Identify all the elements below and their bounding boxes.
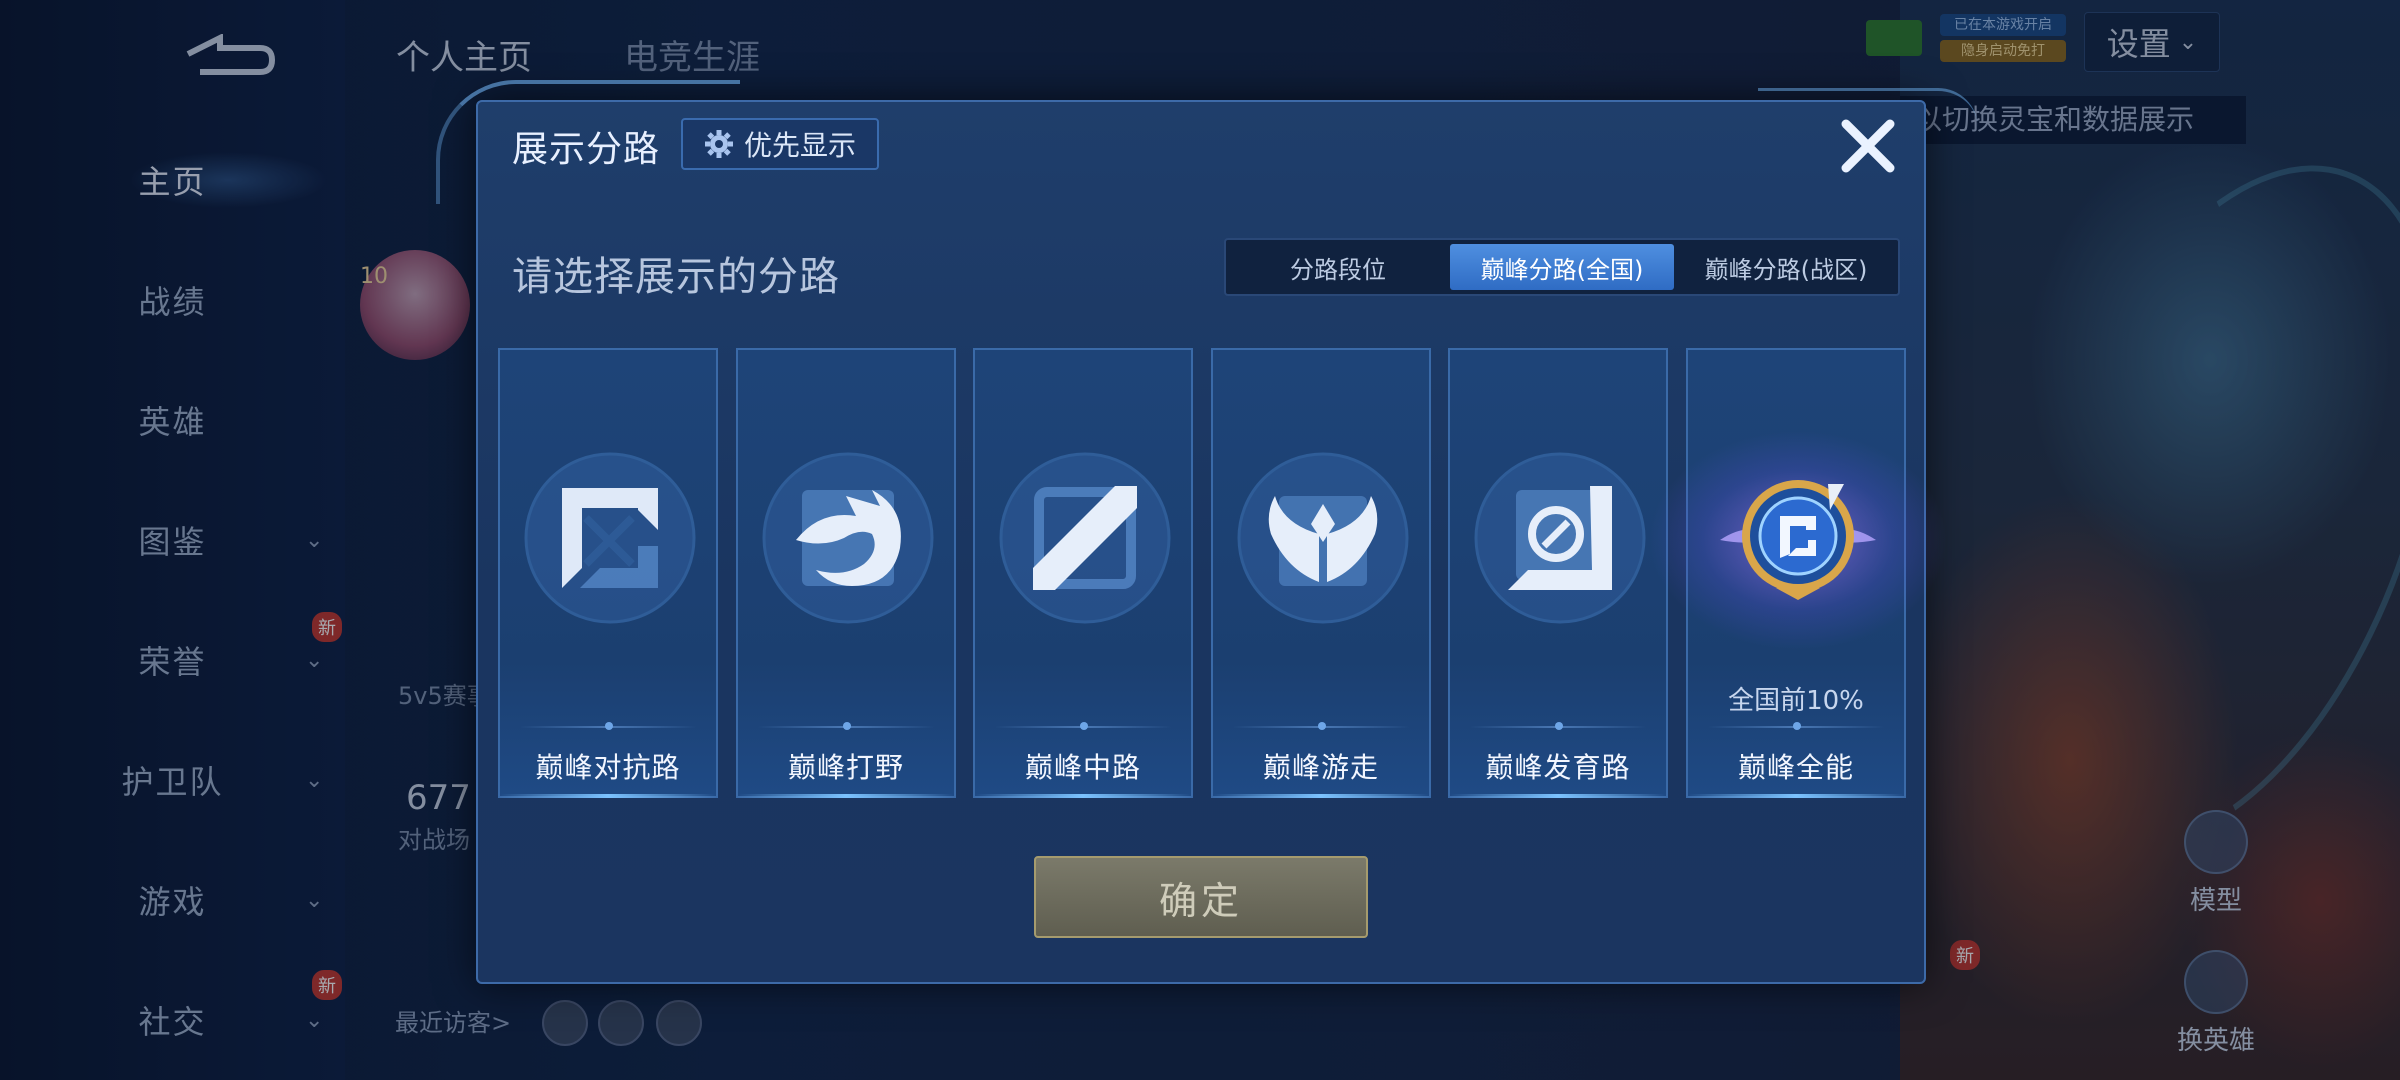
dialog-title: 展示分路 (512, 129, 661, 170)
priority-label: 优先显示 (743, 129, 856, 162)
lane-label: 巅峰中路 (1024, 751, 1141, 784)
tab-peak-region[interactable]: 巅峰分路(战区) (1674, 240, 1898, 294)
confirm-button[interactable]: 确定 (1034, 856, 1368, 938)
divider-dot (605, 722, 613, 730)
lane-card-allround[interactable]: 全国前10% 巅峰全能 (1648, 348, 1948, 798)
close-icon[interactable] (1836, 114, 1900, 178)
lane-card-list: 巅峰对抗路 巅峰打野 巅峰中路 巅峰游走 巅峰发育路 全国前10% 巅峰全能 (498, 348, 1948, 798)
priority-display-button[interactable]: 优先显示 (681, 118, 879, 170)
ranking-scope-tabs: 分路段位 巅峰分路(全国) 巅峰分路(战区) (1224, 238, 1900, 296)
swords-emblem-icon (524, 452, 696, 624)
lane-card-clash[interactable]: 巅峰对抗路 (498, 348, 718, 798)
divider-dot (843, 722, 851, 730)
lane-card-roam[interactable]: 巅峰游走 (1211, 348, 1431, 798)
lane-card-mid[interactable]: 巅峰中路 (973, 348, 1193, 798)
staff-emblem-icon (999, 452, 1171, 624)
lane-label: 巅峰打野 (787, 751, 904, 784)
divider-dot (1080, 722, 1088, 730)
tab-label: 巅峰分路(全国) (1480, 255, 1644, 284)
tab-peak-national[interactable]: 巅峰分路(全国) (1450, 244, 1674, 290)
rank-text: 全国前10% (1728, 686, 1864, 716)
dragon-emblem-icon (762, 452, 934, 624)
lane-label: 巅峰游走 (1262, 751, 1379, 784)
divider-dot (1318, 722, 1326, 730)
lane-display-dialog: 展示分路 优先显示 请选择展示的分路 分路段位 巅峰分路(全国) 巅峰分路(战区… (436, 80, 1978, 984)
bow-emblem-icon (1474, 452, 1646, 624)
wings-emblem-icon (1237, 452, 1409, 624)
lane-label: 巅峰对抗路 (535, 751, 681, 784)
lane-card-farm[interactable]: 巅峰发育路 (1448, 348, 1668, 798)
gear-icon (704, 130, 733, 158)
lane-label: 巅峰发育路 (1485, 751, 1631, 784)
allround-medal-icon (1720, 480, 1876, 600)
divider-dot (1555, 722, 1563, 730)
lane-card-jungle[interactable]: 巅峰打野 (736, 348, 956, 798)
tab-label: 巅峰分路(战区) (1704, 255, 1868, 284)
selection-prompt: 请选择展示的分路 (512, 254, 840, 300)
tab-label: 分路段位 (1290, 255, 1386, 284)
divider-dot (1793, 722, 1801, 730)
tab-lane-rank[interactable]: 分路段位 (1226, 240, 1450, 294)
confirm-label: 确定 (1158, 878, 1243, 923)
lane-label: 巅峰全能 (1737, 751, 1854, 784)
